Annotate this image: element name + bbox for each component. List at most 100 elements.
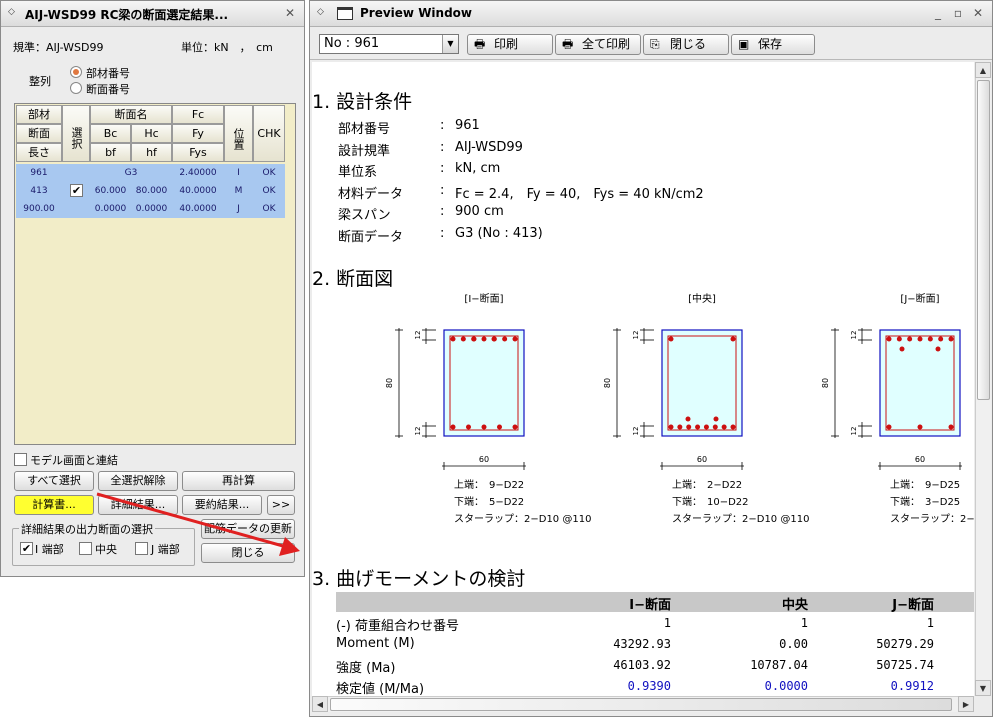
rebar-dot bbox=[938, 336, 944, 342]
update-rebar-button[interactable]: 配筋データの更新 bbox=[201, 519, 295, 539]
header-hc[interactable]: Hc bbox=[131, 124, 172, 143]
header-fy[interactable]: Fy bbox=[172, 124, 224, 143]
units-label: 単位：kN ， cm bbox=[181, 41, 273, 54]
rebar-dot bbox=[502, 336, 508, 342]
close-preview-button[interactable]: ⎘ 閉じる bbox=[643, 34, 729, 55]
height-dimension: 80 bbox=[385, 378, 394, 388]
header-length[interactable]: 長さ bbox=[16, 143, 62, 162]
scroll-down-icon[interactable]: ▼ bbox=[975, 680, 991, 696]
maximize-icon[interactable]: ▫ bbox=[950, 5, 966, 21]
print-all-button[interactable]: 🖶 全て印刷 bbox=[555, 34, 641, 55]
cross-section-diagrams: [I−断面] 80 12 12 60 上端： 9−D22 下端： 5−D22 スターラップ：2… bbox=[385, 292, 974, 525]
header-member[interactable]: 部材 bbox=[16, 105, 62, 124]
table-row[interactable]: 900.00 0.0000 0.0000 40.0000 J OK bbox=[16, 200, 285, 218]
table-row[interactable]: 413 ✔ 60.000 80.000 40.0000 M OK bbox=[16, 182, 285, 200]
table-row[interactable]: 961 G3 2.40000 I OK bbox=[16, 164, 285, 182]
rebar-dot bbox=[685, 416, 691, 422]
dropdown-arrow-icon[interactable]: ▼ bbox=[442, 35, 458, 53]
output-j-end-checkbox[interactable] bbox=[135, 542, 148, 555]
drag-handle-icon[interactable]: ◇ bbox=[317, 7, 324, 17]
floppy-disk-icon: ▣ bbox=[738, 37, 750, 51]
rebar-dot bbox=[703, 424, 709, 430]
row-chk: OK bbox=[262, 186, 276, 196]
height-dimension: 80 bbox=[821, 378, 830, 388]
sort-by-member-radio[interactable] bbox=[70, 66, 82, 78]
vertical-scrollbar[interactable]: ▲ ▼ bbox=[975, 62, 991, 696]
output-center-checkbox[interactable] bbox=[79, 542, 92, 555]
rebar-dot bbox=[677, 424, 683, 430]
moment-table-cell: 10787.04 bbox=[750, 658, 808, 672]
printer-icon: 🖶 bbox=[562, 37, 574, 51]
rebar-dot bbox=[450, 336, 456, 342]
header-bf[interactable]: bf bbox=[90, 143, 131, 162]
cover-dimension: 12 bbox=[414, 331, 422, 340]
rebar-dot bbox=[481, 424, 487, 430]
header-fys[interactable]: Fys bbox=[172, 143, 224, 162]
scroll-right-icon[interactable]: ▶ bbox=[958, 696, 974, 712]
rebar-dot bbox=[668, 336, 674, 342]
condition-value: 961 bbox=[455, 118, 480, 133]
member-select[interactable]: No : 961 ▼ bbox=[319, 34, 459, 54]
sort-by-member-label: 部材番号 bbox=[86, 67, 130, 80]
vertical-scroll-thumb[interactable] bbox=[977, 80, 990, 400]
condition-key: 断面データ bbox=[338, 230, 404, 245]
printer-icon: 🖶 bbox=[474, 37, 486, 51]
sort-by-section-radio[interactable] bbox=[70, 82, 82, 94]
header-section-name[interactable]: 断面名 bbox=[90, 105, 172, 124]
stirrup-label: スターラップ：2− bbox=[890, 513, 974, 525]
section-heading-moment-check: 3. 曲げモーメントの検討 bbox=[312, 568, 526, 590]
panel-titlebar[interactable]: ◇ AIJ-WSD99 RC梁の断面選定結果... ✕ bbox=[1, 1, 304, 27]
cover-dimension: 12 bbox=[632, 427, 640, 436]
drag-handle-icon[interactable]: ◇ bbox=[8, 7, 15, 17]
results-grid[interactable]: 部材 断面 長さ 選択 断面名 Bc Hc bf hf Fc Fy Fys 位置… bbox=[14, 103, 296, 445]
detail-result-button[interactable]: 詳細結果... bbox=[98, 495, 178, 515]
output-i-end-checkbox[interactable]: ✔ bbox=[20, 542, 33, 555]
header-position[interactable]: 位置 bbox=[224, 105, 253, 162]
header-select[interactable]: 選択 bbox=[62, 105, 90, 162]
preview-window: ◇ Preview Window _ ▫ ✕ No : 961 ▼ 🖶 印刷 🖶 全… bbox=[309, 0, 993, 717]
more-button[interactable]: >> bbox=[267, 495, 295, 515]
close-icon[interactable]: ✕ bbox=[970, 5, 986, 21]
preview-titlebar[interactable]: ◇ Preview Window _ ▫ ✕ bbox=[310, 1, 992, 27]
header-bc[interactable]: Bc bbox=[90, 124, 131, 143]
member-select-value: No : 961 bbox=[324, 36, 380, 51]
header-hf[interactable]: hf bbox=[131, 143, 172, 162]
width-dimension: 60 bbox=[479, 455, 489, 464]
link-model-checkbox[interactable] bbox=[14, 453, 27, 466]
close-icon[interactable]: ✕ bbox=[282, 5, 298, 21]
header-chk[interactable]: CHK bbox=[253, 105, 285, 162]
calc-report-button[interactable]: 計算書... bbox=[14, 495, 94, 515]
preview-title: Preview Window bbox=[360, 6, 473, 20]
print-button[interactable]: 🖶 印刷 bbox=[467, 34, 553, 55]
output-i-end-label: I 端部 bbox=[35, 543, 64, 556]
minimize-icon[interactable]: _ bbox=[930, 5, 946, 21]
save-button[interactable]: ▣ 保存 bbox=[731, 34, 815, 55]
row-section-name: G3 bbox=[124, 168, 138, 178]
deselect-all-button[interactable]: 全選択解除 bbox=[98, 471, 178, 491]
rebar-dot bbox=[907, 336, 913, 342]
horizontal-scrollbar[interactable]: ◀ ▶ bbox=[312, 696, 974, 712]
report-document[interactable]: 1. 設計条件 部材番号:961 設計規準: AIJ-WSD99 単位系: kN, cm… bbox=[312, 62, 974, 696]
horizontal-scroll-thumb[interactable] bbox=[330, 698, 952, 711]
scroll-left-icon[interactable]: ◀ bbox=[312, 696, 328, 712]
moment-table-cell: 0.9390 bbox=[627, 679, 671, 693]
save-label: 保存 bbox=[758, 37, 783, 51]
row-select-checkbox[interactable]: ✔ bbox=[70, 184, 83, 197]
rebar-dot bbox=[917, 424, 923, 430]
standard-label: 規準：AIJ-WSD99 bbox=[13, 41, 104, 54]
moment-table-row-label: 検定値 (M/Ma) bbox=[336, 682, 425, 696]
row-position: M bbox=[234, 186, 243, 196]
row-bf: 0.0000 bbox=[94, 204, 127, 214]
close-button[interactable]: 閉じる bbox=[201, 543, 295, 563]
header-section[interactable]: 断面 bbox=[16, 124, 62, 143]
summary-result-button[interactable]: 要約結果... bbox=[182, 495, 262, 515]
rebar-dot bbox=[927, 336, 933, 342]
row-fc: 2.40000 bbox=[179, 168, 217, 178]
rebar-dot bbox=[466, 424, 471, 430]
scroll-up-icon[interactable]: ▲ bbox=[975, 62, 991, 78]
select-all-button[interactable]: すべて選択 bbox=[14, 471, 94, 491]
condition-key: 単位系 bbox=[338, 165, 378, 181]
recalculate-button[interactable]: 再計算 bbox=[182, 471, 295, 491]
output-section-group-label: 詳細結果の出力断面の選択 bbox=[19, 521, 155, 537]
header-fc[interactable]: Fc bbox=[172, 105, 224, 124]
